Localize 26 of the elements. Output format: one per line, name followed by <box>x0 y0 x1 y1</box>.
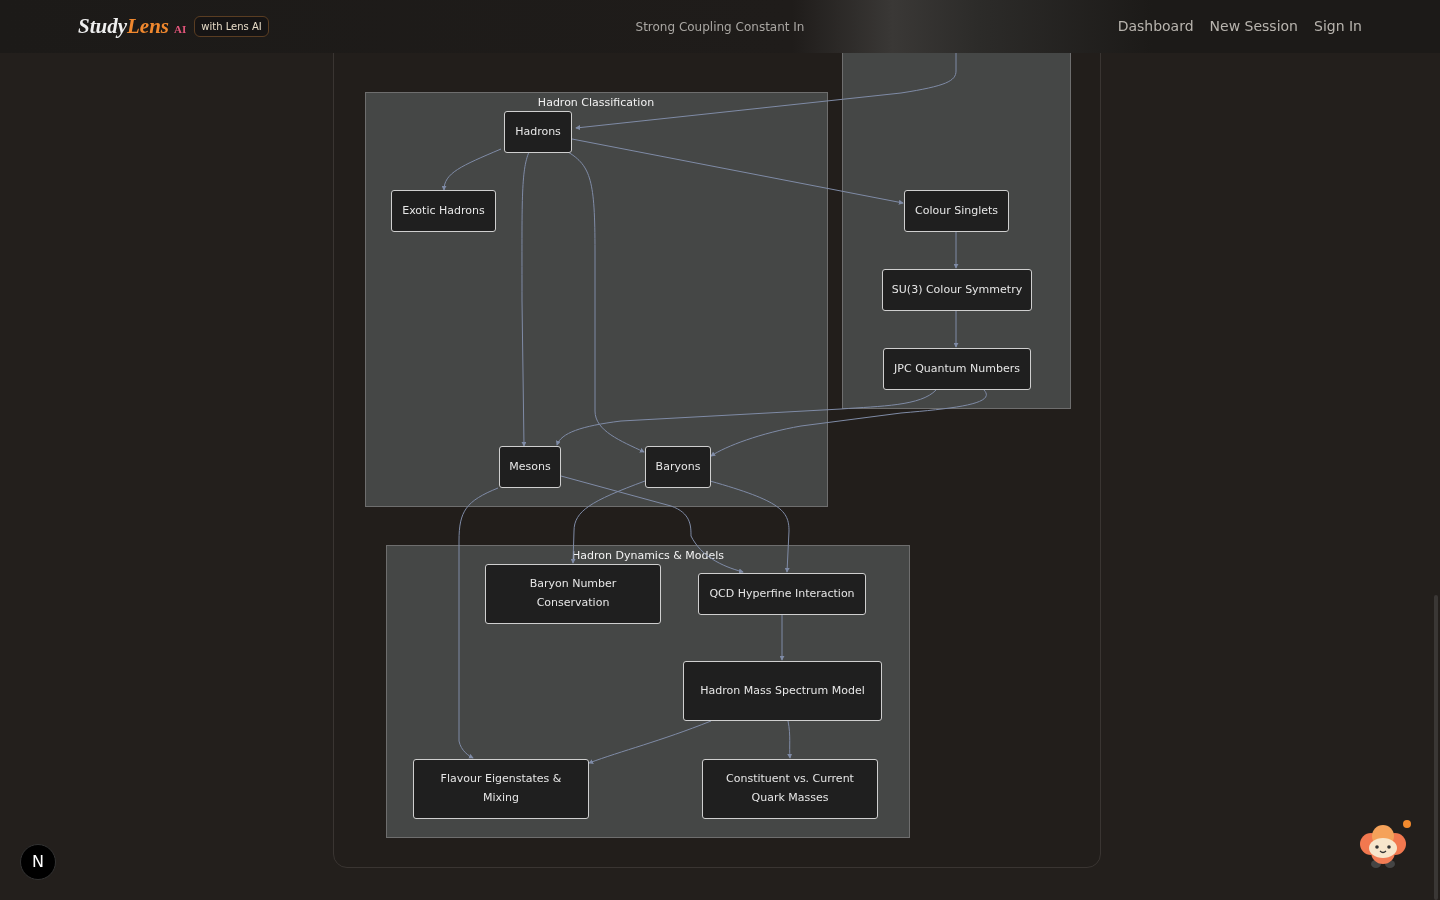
dev-tools-badge[interactable]: N <box>20 844 56 880</box>
connector-arrow <box>441 148 502 191</box>
connector-arrow <box>953 231 959 269</box>
connector-arrow <box>779 614 785 661</box>
diagram-node: Hadron Mass Spectrum Model <box>683 661 882 721</box>
connector-arrow <box>953 310 959 348</box>
diagram-node: Mesons <box>499 446 561 488</box>
diagram-node: Colour Singlets <box>904 190 1009 232</box>
diagram-node: Exotic Hadrons <box>391 190 496 232</box>
nav-link[interactable]: New Session <box>1209 16 1298 37</box>
subgraph-title: Hadron Dynamics & Models <box>572 548 724 564</box>
page-title: Strong Coupling Constant In <box>635 19 805 36</box>
diagram-node: Baryon Number Conservation <box>485 564 661 624</box>
nav-link[interactable]: Sign In <box>1314 16 1362 37</box>
diagram-node: Flavour Eigenstates & Mixing <box>413 759 589 819</box>
nav-link[interactable]: Dashboard <box>1117 16 1194 37</box>
ai-badge: with Lens AI <box>194 16 269 37</box>
subgraph-title: Hadron Classification <box>537 95 655 111</box>
diagram-node: QCD Hyperfine Interaction <box>698 573 866 615</box>
diagram-node: Baryons <box>645 446 711 488</box>
diagram-node: JPC Quantum Numbers <box>883 348 1031 390</box>
diagram-node: Hadrons <box>504 111 572 153</box>
connector-arrow <box>787 720 793 759</box>
diagram-node: SU(3) Colour Symmetry <box>882 269 1032 311</box>
diagram-node: Constituent vs. Current Quark Masses <box>702 759 878 819</box>
logo[interactable]: StudyLens AI <box>78 10 187 43</box>
